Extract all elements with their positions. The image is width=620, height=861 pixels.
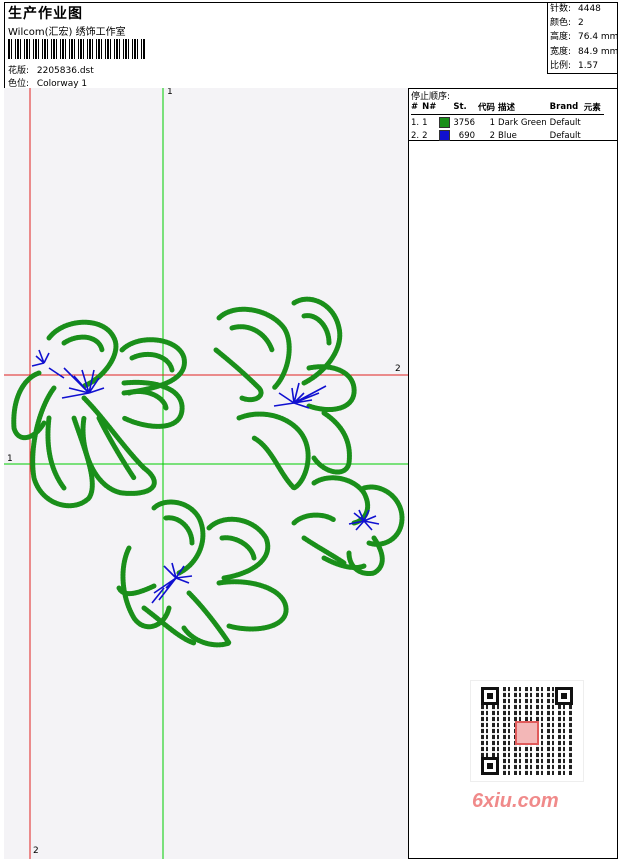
col-color bbox=[439, 101, 454, 115]
row-stitches: 690 bbox=[458, 130, 476, 141]
center-top-right bbox=[273, 382, 327, 409]
stat-value: 1.57 bbox=[578, 60, 599, 71]
row-color-swatch bbox=[439, 115, 453, 128]
stat-value: 76.4 mm bbox=[578, 32, 619, 43]
vertical-guide-1-label: 1 bbox=[167, 88, 173, 97]
stat-label: 宽度: bbox=[550, 46, 572, 57]
row-stitches: 3756 bbox=[453, 117, 476, 128]
design-value: 2205836.dst bbox=[36, 66, 94, 76]
stat-value: 84.9 mm bbox=[578, 46, 619, 57]
stat-row: 高度: 76.4 mm bbox=[548, 30, 618, 44]
qr-finder bbox=[481, 757, 499, 775]
col-description: 描述 bbox=[498, 101, 550, 115]
col-stitches: St. bbox=[453, 101, 479, 115]
embroidery-artwork bbox=[4, 88, 408, 859]
row-brand: Default bbox=[549, 117, 581, 128]
center-left bbox=[31, 349, 105, 399]
qr-finder bbox=[481, 687, 499, 705]
header-panel: 生产作业图 Wilcom(汇宏) 绣饰工作室 花版: 2205836.dst 色… bbox=[4, 2, 618, 89]
stat-value: 2 bbox=[578, 18, 584, 29]
col-code: 代码 bbox=[478, 101, 499, 115]
row-element bbox=[584, 115, 604, 129]
row-index: 1. bbox=[411, 117, 420, 128]
flower-left bbox=[11, 319, 187, 509]
row-brand: Default bbox=[549, 130, 581, 141]
barcode bbox=[8, 39, 146, 59]
col-element: 元素 bbox=[583, 101, 604, 115]
stat-row: 针数: 4448 bbox=[548, 2, 618, 16]
vertical-guide-2-label: 2 bbox=[33, 846, 39, 856]
table-header-row: # N# St. 代码 描述 Brand 元素 bbox=[411, 101, 604, 115]
flower-right-small bbox=[291, 475, 405, 577]
stat-row: 宽度: 84.9 mm bbox=[548, 45, 618, 59]
col-needle: N# bbox=[422, 101, 440, 115]
row-color-swatch bbox=[439, 128, 453, 141]
qr-finder bbox=[555, 687, 573, 705]
color-swatch bbox=[439, 117, 451, 128]
col-brand: Brand bbox=[549, 101, 584, 115]
horizontal-guide-2-label: 2 bbox=[395, 364, 401, 374]
stop-sequence-panel: 停止顺序: # N# St. 代码 描述 Brand 元素 1. 1 3756 … bbox=[409, 88, 618, 141]
company-name: Wilcom(汇宏) 绣饰工作室 bbox=[8, 27, 126, 38]
col-index: # bbox=[411, 101, 423, 115]
stop-sequence-table: # N# St. 代码 描述 Brand 元素 1. 1 3756 1 Dark… bbox=[411, 101, 604, 141]
color-swatch bbox=[439, 130, 451, 141]
design-file-row: 花版: 2205836.dst bbox=[8, 63, 94, 76]
row-code: 1 bbox=[489, 117, 496, 128]
stats-panel: 针数: 4448 颜色: 2 高度: 76.4 mm 宽度: 84.9 mm 比例: 1.… bbox=[547, 2, 618, 74]
stat-row: 颜色: 2 bbox=[548, 16, 618, 30]
stat-label: 针数: bbox=[550, 4, 572, 14]
stat-label: 比例: bbox=[550, 60, 572, 71]
row-description: Blue bbox=[498, 130, 517, 141]
design-label: 花版: bbox=[8, 66, 30, 76]
design-canvas[interactable]: 1 2 1 2 bbox=[4, 88, 409, 859]
stat-label: 颜色: bbox=[550, 18, 572, 29]
qr-code bbox=[470, 680, 584, 782]
page-title: 生产作业图 bbox=[8, 6, 83, 22]
row-description: Dark Green bbox=[498, 117, 547, 128]
seal-logo bbox=[515, 721, 539, 745]
table-row[interactable]: 2. 2 690 2 Blue Default bbox=[411, 128, 604, 141]
horizontal-guide-1-label: 1 bbox=[7, 454, 13, 464]
flower-top-right bbox=[213, 296, 357, 491]
stat-row: 比例: 1.57 bbox=[548, 59, 618, 73]
row-needle: 2 bbox=[422, 130, 428, 141]
row-element bbox=[584, 128, 604, 141]
row-code: 2 bbox=[489, 130, 496, 141]
table-row[interactable]: 1. 1 3756 1 Dark Green Default bbox=[411, 115, 604, 129]
stat-label: 高度: bbox=[550, 32, 572, 43]
watermark-text: 6xiu.com bbox=[472, 790, 559, 812]
row-index: 2. bbox=[411, 130, 420, 141]
flower-bottom-center bbox=[116, 499, 289, 648]
stat-value: 4448 bbox=[578, 4, 601, 14]
row-needle: 1 bbox=[422, 117, 428, 128]
